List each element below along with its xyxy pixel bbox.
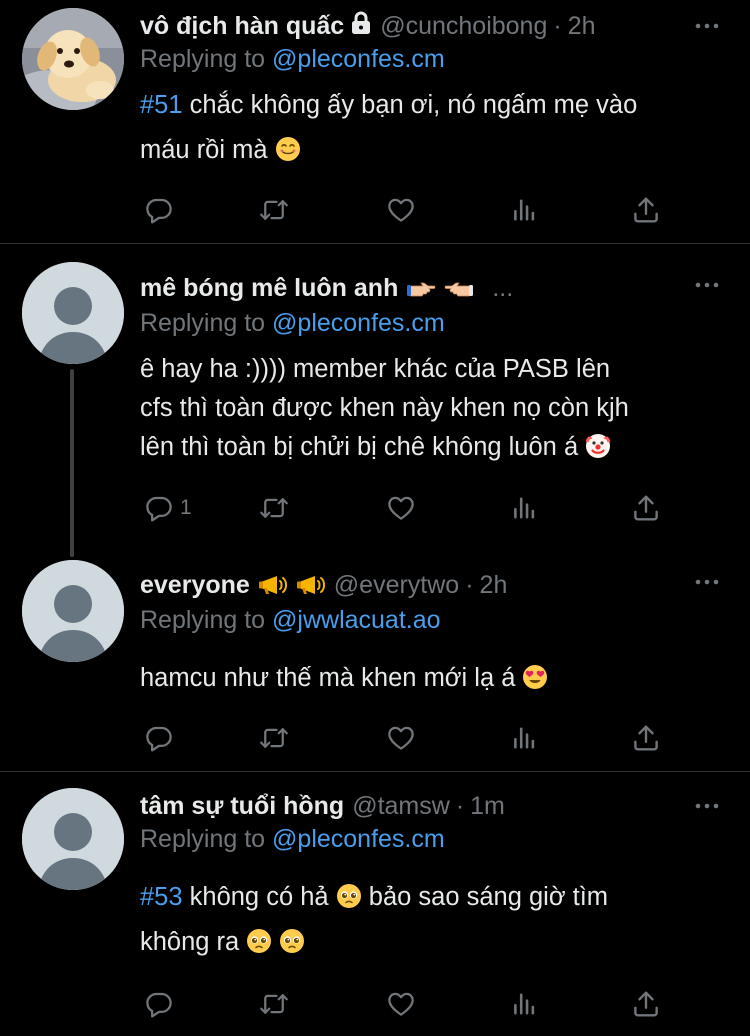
views-icon[interactable] (510, 718, 538, 758)
retweet-icon[interactable] (258, 718, 290, 758)
retweet-icon[interactable] (258, 190, 290, 230)
reply-icon[interactable]: 1 (144, 488, 192, 528)
views-icon[interactable] (510, 488, 538, 528)
avatar[interactable] (22, 560, 124, 662)
thread-connector-line (70, 369, 74, 557)
hashtag[interactable]: #53 (140, 883, 183, 911)
reply-icon[interactable] (144, 718, 180, 758)
share-icon[interactable] (631, 488, 661, 528)
reply-icon[interactable] (144, 190, 180, 230)
tweet-1[interactable]: vô địch hàn quấc @cunchoibong · 2h Reply… (0, 0, 750, 244)
tweet-header: everyone @everytwo · 2h (140, 568, 730, 602)
tweet-text-line: cfs thì toàn được khen này khen nọ còn k… (140, 394, 629, 422)
tweet-text-line: ê hay ha :)))) member khác của PASB lên (140, 355, 611, 383)
reply-count: 1 (180, 496, 192, 519)
user-handle[interactable]: @cunchoibong (380, 12, 547, 41)
tweet-text-line: bảo sao sáng giờ tìm (361, 883, 609, 911)
avatar[interactable] (22, 8, 124, 110)
hashtag[interactable]: #51 (140, 91, 183, 119)
tweet-2[interactable]: mê bóng mê luôn anh ... Replying to @ple… (0, 244, 750, 557)
tweet-text: #51 chắc không ấy bạn ơi, nó ngấm mẹ vào… (140, 86, 730, 170)
share-icon[interactable] (631, 190, 661, 230)
more-icon[interactable] (692, 268, 722, 302)
display-name[interactable]: mê bóng mê luôn anh (140, 274, 398, 303)
action-bar: 1 (140, 488, 680, 528)
heart-icon[interactable] (386, 190, 416, 230)
replying-to: Replying to @pleconfes.cm (140, 825, 445, 854)
megaphone-emoji-icon (258, 574, 288, 596)
tweet-text: #53 không có hả bảo sao sáng giờ tìm khô… (140, 878, 730, 962)
default-avatar-image (22, 560, 124, 662)
heart-icon[interactable] (386, 488, 416, 528)
timestamp[interactable]: 2h (480, 571, 508, 600)
pleading-face-emoji-icon (279, 928, 305, 954)
retweet-icon[interactable] (258, 984, 290, 1024)
more-icon[interactable] (692, 789, 722, 823)
replying-to-label: Replying to (140, 309, 273, 337)
tweet-header: tâm sự tuổi hồng @tamsw · 1m (140, 789, 730, 823)
more-icon[interactable] (692, 9, 722, 43)
user-handle[interactable]: @tamsw (352, 792, 450, 821)
heart-eyes-emoji-icon (522, 664, 548, 690)
views-icon[interactable] (510, 190, 538, 230)
replying-to-handle[interactable]: @pleconfes.cm (272, 45, 445, 73)
truncated-handle-ellipsis: ... (492, 273, 514, 302)
display-name[interactable]: everyone (140, 571, 250, 600)
separator-dot: · (553, 11, 562, 40)
share-icon[interactable] (631, 718, 661, 758)
action-bar (140, 718, 680, 758)
timestamp[interactable]: 1m (470, 792, 505, 821)
display-name[interactable]: vô địch hàn quấc (140, 12, 344, 41)
tweet-text: ê hay ha :)))) member khác của PASB lên … (140, 350, 730, 467)
default-avatar-image (22, 262, 124, 364)
lock-icon (350, 11, 372, 42)
clown-emoji-icon (585, 433, 611, 459)
retweet-icon[interactable] (258, 488, 290, 528)
action-bar (140, 984, 680, 1024)
tweet-text-line: lên thì toàn bị chửi bị chê không luôn á (140, 433, 586, 461)
pleading-face-emoji-icon (246, 928, 272, 954)
avatar[interactable] (22, 262, 124, 364)
replying-to-handle[interactable]: @jwwlacuat.ao (272, 606, 441, 634)
tweet-text-line: chắc không ấy bạn ơi, nó ngấm mẹ vào (182, 91, 638, 119)
heart-icon[interactable] (386, 718, 416, 758)
reply-icon[interactable] (144, 984, 180, 1024)
smiling-emoji-icon (275, 136, 301, 162)
pointing-left-emoji-icon (444, 278, 474, 298)
action-bar (140, 190, 680, 230)
avatar[interactable] (22, 788, 124, 890)
separator-dot: · (455, 791, 465, 820)
replying-to-label: Replying to (140, 45, 273, 73)
separator-dot: · (465, 570, 474, 599)
user-handle[interactable]: @everytwo (334, 571, 459, 600)
megaphone-emoji-icon (296, 574, 326, 596)
replying-to: Replying to @jwwlacuat.ao (140, 606, 441, 635)
replying-to: Replying to @pleconfes.cm (140, 309, 445, 338)
pleading-face-emoji-icon (336, 883, 362, 909)
pointing-right-emoji-icon (406, 278, 436, 298)
tweet-text-line: không ra (140, 928, 247, 956)
tweet-text: hamcu như thế mà khen mới lạ á (140, 659, 730, 698)
replying-to: Replying to @pleconfes.cm (140, 45, 445, 74)
tweet-4[interactable]: tâm sự tuổi hồng @tamsw · 1m Replying to… (0, 772, 750, 1036)
heart-icon[interactable] (386, 984, 416, 1024)
default-avatar-image (22, 788, 124, 890)
tweet-text-line: không có hả (182, 883, 336, 911)
tweet-header: mê bóng mê luôn anh ... (140, 271, 730, 305)
more-icon[interactable] (692, 565, 722, 599)
replying-to-label: Replying to (140, 825, 273, 853)
tweet-text-line: hamcu như thế mà khen mới lạ á (140, 664, 523, 692)
puppy-avatar-image (22, 8, 124, 110)
replying-to-handle[interactable]: @pleconfes.cm (272, 309, 445, 337)
tweet-3[interactable]: everyone @everytwo · 2h Replying to @jww… (0, 544, 750, 772)
display-name[interactable]: tâm sự tuổi hồng (140, 792, 344, 821)
tweet-header: vô địch hàn quấc @cunchoibong · 2h (140, 9, 730, 43)
share-icon[interactable] (631, 984, 661, 1024)
timestamp[interactable]: 2h (568, 12, 596, 41)
tweet-text-line: máu rồi mà (140, 136, 275, 164)
replying-to-label: Replying to (140, 606, 273, 634)
views-icon[interactable] (510, 984, 538, 1024)
replying-to-handle[interactable]: @pleconfes.cm (272, 825, 445, 853)
